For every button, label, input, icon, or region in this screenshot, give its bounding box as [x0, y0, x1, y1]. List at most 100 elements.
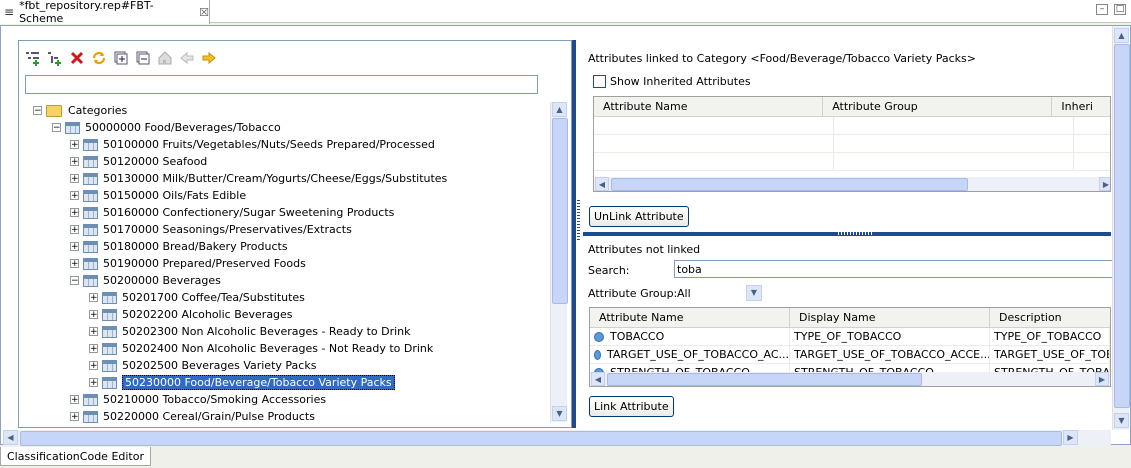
- table-row[interactable]: STRENGTH_OF_TOBACCOSTRENGTH_OF_TOBACCOST…: [590, 364, 1110, 372]
- tree-item[interactable]: +50120000 Seafood: [70, 153, 207, 170]
- scroll-left-arrow[interactable]: ◀: [595, 177, 609, 191]
- tree-item-label: 50100000 Fruits/Vegetables/Nuts/Seeds Pr…: [103, 138, 435, 151]
- table-row[interactable]: TARGET_USE_OF_TOBACCO_AC... TARGET_USE_OF…: [590, 346, 1110, 364]
- search-input[interactable]: toba: [674, 260, 1114, 278]
- tree-item[interactable]: +50202500 Beverages Variety Packs: [89, 357, 316, 374]
- column-header[interactable]: Display Name: [790, 308, 990, 327]
- tree-item[interactable]: +50160000 Confectionery/Sugar Sweetening…: [70, 204, 394, 221]
- expand-toggle-icon[interactable]: +: [70, 395, 79, 405]
- collapse-toggle-icon[interactable]: −: [52, 123, 61, 133]
- forward-icon[interactable]: [201, 50, 217, 66]
- table-cell: STRENGTH_OF_TOBACCO: [590, 364, 790, 372]
- expand-toggle-icon[interactable]: +: [70, 225, 79, 235]
- scroll-thumb[interactable]: [20, 431, 1062, 446]
- tree-item[interactable]: +50230000 Food/Beverage/Tobacco Variety …: [89, 374, 395, 391]
- collapse-toggle-icon[interactable]: −: [33, 106, 42, 116]
- scroll-down-arrow[interactable]: ▼: [552, 406, 567, 421]
- tree-item[interactable]: +50100000 Fruits/Vegetables/Nuts/Seeds P…: [70, 136, 435, 153]
- expand-toggle-icon[interactable]: +: [89, 361, 98, 371]
- expand-toggle-icon[interactable]: +: [70, 208, 79, 218]
- column-header[interactable]: Description: [990, 308, 1110, 327]
- column-header[interactable]: Attribute Name: [590, 308, 790, 327]
- collapse-all-icon[interactable]: [135, 50, 151, 66]
- expand-toggle-icon[interactable]: +: [89, 310, 98, 320]
- cell-text: TYPE_OF_TOBACCO: [794, 330, 902, 343]
- back-icon[interactable]: [179, 50, 195, 66]
- expand-toggle-icon[interactable]: +: [70, 259, 79, 269]
- expand-toggle-icon[interactable]: +: [89, 327, 98, 337]
- scroll-thumb[interactable]: [1114, 44, 1130, 408]
- scroll-thumb[interactable]: [552, 118, 568, 304]
- delete-icon[interactable]: [69, 50, 85, 66]
- linked-horizontal-scrollbar[interactable]: ◀ ▶: [594, 177, 1110, 191]
- tree-item[interactable]: +50190000 Prepared/Preserved Foods: [70, 255, 306, 272]
- tree-root-categories[interactable]: − Categories: [33, 102, 127, 119]
- scroll-down-arrow[interactable]: ▼: [1114, 413, 1129, 428]
- expand-toggle-icon[interactable]: +: [70, 140, 79, 150]
- tree-item[interactable]: +50220000 Cereal/Grain/Pulse Products: [70, 408, 315, 425]
- table-row[interactable]: TOBACCO TYPE_OF_TOBACCO TYPE_OF_TOBACCO: [590, 328, 1110, 346]
- link-attribute-button[interactable]: Link Attribute: [589, 396, 674, 417]
- right-vertical-scrollbar[interactable]: ▲ ▼: [1112, 26, 1130, 430]
- tree-item[interactable]: +50201700 Coffee/Tea/Substitutes: [89, 289, 305, 306]
- maximize-button[interactable]: □: [1114, 4, 1126, 15]
- expand-all-icon[interactable]: [113, 50, 129, 66]
- expand-toggle-icon[interactable]: +: [70, 174, 79, 184]
- refresh-icon[interactable]: [91, 50, 107, 66]
- add-child-icon[interactable]: [47, 50, 63, 66]
- expand-toggle-icon[interactable]: +: [70, 412, 79, 422]
- scroll-thumb[interactable]: [607, 373, 922, 386]
- tree-item[interactable]: +50202400 Non Alcoholic Beverages - Not …: [89, 340, 433, 357]
- scroll-up-arrow[interactable]: ▲: [552, 102, 567, 117]
- scroll-left-arrow[interactable]: ◀: [591, 372, 605, 386]
- column-header[interactable]: Attribute Name: [594, 97, 824, 116]
- chevron-down-icon[interactable]: ▼: [746, 285, 762, 301]
- table-row[interactable]: [594, 153, 1110, 171]
- attribute-group-select[interactable]: All ▼: [674, 284, 762, 302]
- tree-item[interactable]: − 50200000 Beverages: [70, 272, 221, 289]
- add-sibling-icon[interactable]: [25, 50, 41, 66]
- tree-item[interactable]: +50150000 Oils/Fats Edible: [70, 187, 246, 204]
- classification-editor-tab[interactable]: ClassificationCode Editor: [0, 447, 151, 466]
- close-icon[interactable]: ☒: [199, 6, 209, 19]
- scroll-thumb[interactable]: [611, 178, 968, 191]
- tree-item[interactable]: +50210000 Tobacco/Smoking Accessories: [70, 391, 326, 408]
- show-inherited-toggle[interactable]: Show Inherited Attributes: [593, 75, 751, 88]
- scroll-up-arrow[interactable]: ▲: [1114, 28, 1129, 43]
- splitter-grip[interactable]: [577, 200, 580, 240]
- scroll-left-arrow[interactable]: ◀: [3, 430, 18, 445]
- tree-item[interactable]: +50170000 Seasonings/Preservatives/Extra…: [70, 221, 352, 238]
- expand-toggle-icon[interactable]: +: [70, 157, 79, 167]
- splitter-grip[interactable]: [838, 232, 874, 235]
- not-linked-horizontal-scrollbar[interactable]: ◀ ▶: [590, 372, 1110, 386]
- tree-item[interactable]: − 50000000 Food/Beverages/Tobacco: [52, 119, 281, 136]
- expand-toggle-icon[interactable]: +: [70, 191, 79, 201]
- expand-toggle-icon[interactable]: +: [89, 293, 98, 303]
- tree-item[interactable]: +50180000 Bread/Bakery Products: [70, 238, 288, 255]
- minimize-button[interactable]: –: [1096, 4, 1108, 15]
- scroll-right-arrow[interactable]: ▶: [1063, 430, 1078, 445]
- collapse-toggle-icon[interactable]: −: [70, 276, 79, 286]
- table-row[interactable]: [594, 117, 1110, 135]
- tree-item-label: 50230000 Food/Beverage/Tobacco Variety P…: [122, 375, 395, 390]
- show-inherited-checkbox[interactable]: [593, 75, 606, 88]
- home-icon[interactable]: [157, 50, 173, 66]
- expand-toggle-icon[interactable]: +: [89, 344, 98, 354]
- column-header[interactable]: Attribute Group: [823, 97, 1053, 116]
- unlink-attribute-button[interactable]: UnLink Attribute: [589, 206, 689, 227]
- vertical-splitter[interactable]: [572, 40, 576, 428]
- expand-toggle-icon[interactable]: +: [70, 242, 79, 252]
- editor-horizontal-scrollbar[interactable]: ◀ ▶: [3, 430, 1111, 446]
- editor-tab[interactable]: ≡ *fbt_repository.rep#FBT-Scheme ☒: [0, 0, 210, 25]
- tree-filter-input[interactable]: [25, 75, 538, 94]
- column-header[interactable]: Inheri: [1052, 97, 1110, 116]
- tree-item[interactable]: +50202200 Alcoholic Beverages: [89, 306, 293, 323]
- tree-item[interactable]: +50130000 Milk/Butter/Cream/Yogurts/Chee…: [70, 170, 447, 187]
- table-row[interactable]: [594, 135, 1110, 153]
- expand-toggle-icon[interactable]: +: [89, 378, 98, 388]
- scroll-right-arrow[interactable]: ▶: [1099, 177, 1110, 191]
- tree-item[interactable]: +50202300 Non Alcoholic Beverages - Read…: [89, 323, 411, 340]
- scroll-right-arrow[interactable]: ▶: [1095, 372, 1109, 386]
- menu-icon[interactable]: ≡: [4, 5, 14, 19]
- tree-vertical-scrollbar[interactable]: ▲ ▼: [550, 102, 568, 422]
